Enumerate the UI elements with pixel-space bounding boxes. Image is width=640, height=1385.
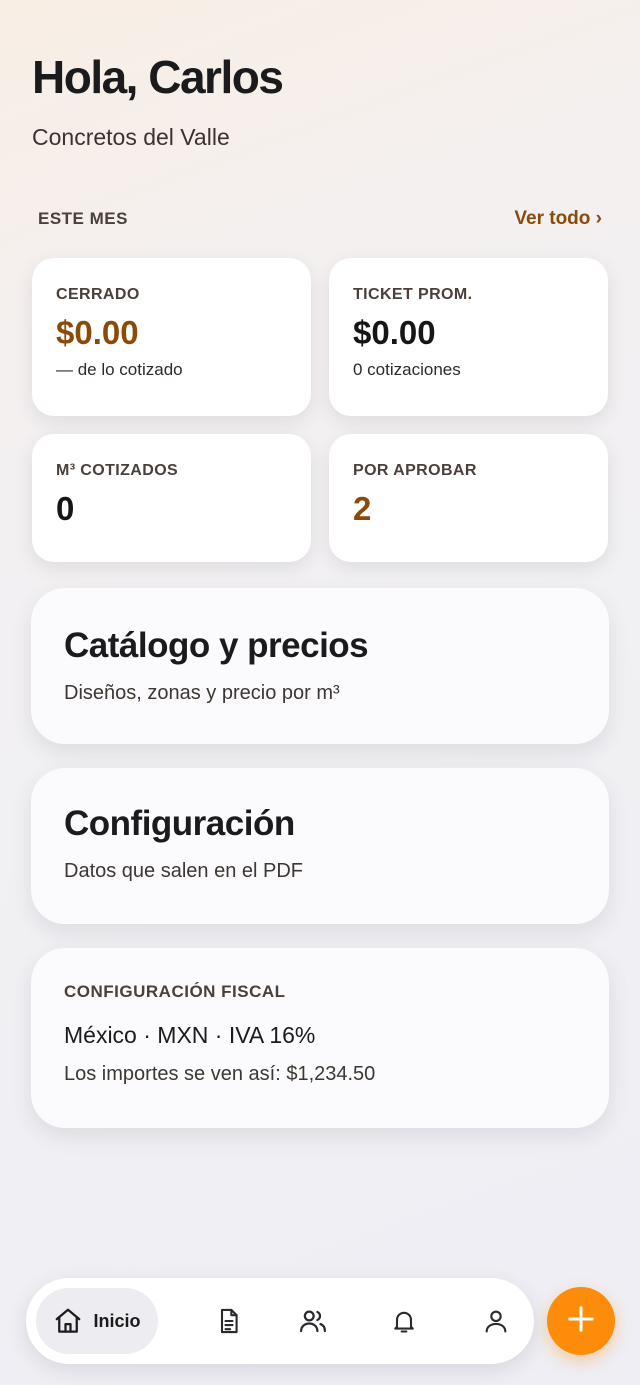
users-icon	[298, 1306, 328, 1336]
tab-home-label: Inicio	[93, 1310, 141, 1331]
fiscal-label: CONFIGURACIÓN FISCAL	[64, 982, 286, 1001]
card-subtitle: Datos que salen en el PDF	[64, 860, 304, 882]
tab-notifications[interactable]	[379, 1288, 429, 1354]
month-section-header: ESTE MES Ver todo ›	[38, 208, 602, 230]
month-section-title: ESTE MES	[38, 209, 128, 228]
see-all-link[interactable]: Ver todo ›	[514, 208, 602, 230]
stat-label: CERRADO	[56, 286, 140, 303]
company-name: Concretos del Valle	[32, 124, 230, 150]
stat-value: 0	[56, 490, 75, 527]
card-subtitle: Diseños, zonas y precio por m³	[64, 682, 340, 704]
card-title: Configuración	[64, 804, 295, 843]
tab-clients[interactable]	[288, 1288, 338, 1354]
catalog-prices-card[interactable]: Catálogo y precios Diseños, zonas y prec…	[31, 588, 609, 744]
stat-value: $0.00	[56, 314, 139, 351]
stat-card-pending-approval[interactable]: POR APROBAR 2	[329, 434, 608, 562]
user-icon	[482, 1307, 510, 1335]
stat-card-avg-ticket[interactable]: TICKET PROM. $0.00 0 cotizaciones	[329, 258, 608, 416]
add-quote-button[interactable]	[547, 1287, 615, 1355]
document-icon	[215, 1307, 243, 1335]
stat-sub: — de lo cotizado	[56, 360, 183, 379]
configuration-card[interactable]: Configuración Datos que salen en el PDF	[31, 768, 609, 924]
fiscal-format-example: Los importes se ven así: $1,234.50	[64, 1063, 376, 1085]
stat-label: M³ COTIZADOS	[56, 462, 179, 479]
greeting-title: Hola, Carlos	[32, 51, 284, 103]
stat-card-m3-quoted[interactable]: M³ COTIZADOS 0	[32, 434, 311, 562]
stat-value: 2	[353, 490, 372, 527]
tab-quotes[interactable]	[204, 1288, 254, 1354]
card-title: Catálogo y precios	[64, 626, 369, 665]
fiscal-config-card[interactable]: CONFIGURACIÓN FISCAL México · MXN · IVA …	[31, 948, 609, 1128]
tab-home[interactable]: Inicio	[36, 1288, 158, 1354]
stat-value: $0.00	[353, 314, 436, 351]
bell-icon	[390, 1307, 418, 1335]
stat-sub: 0 cotizaciones	[353, 360, 461, 379]
tab-profile[interactable]	[471, 1288, 521, 1354]
stat-label: POR APROBAR	[353, 462, 477, 479]
home-icon	[53, 1306, 83, 1336]
stat-label: TICKET PROM.	[353, 286, 473, 303]
bottom-tab-bar: Inicio	[26, 1278, 534, 1364]
fiscal-summary: México · MXN · IVA 16%	[64, 1022, 316, 1048]
plus-icon	[566, 1304, 596, 1339]
stat-card-closed[interactable]: CERRADO $0.00 — de lo cotizado	[32, 258, 311, 416]
